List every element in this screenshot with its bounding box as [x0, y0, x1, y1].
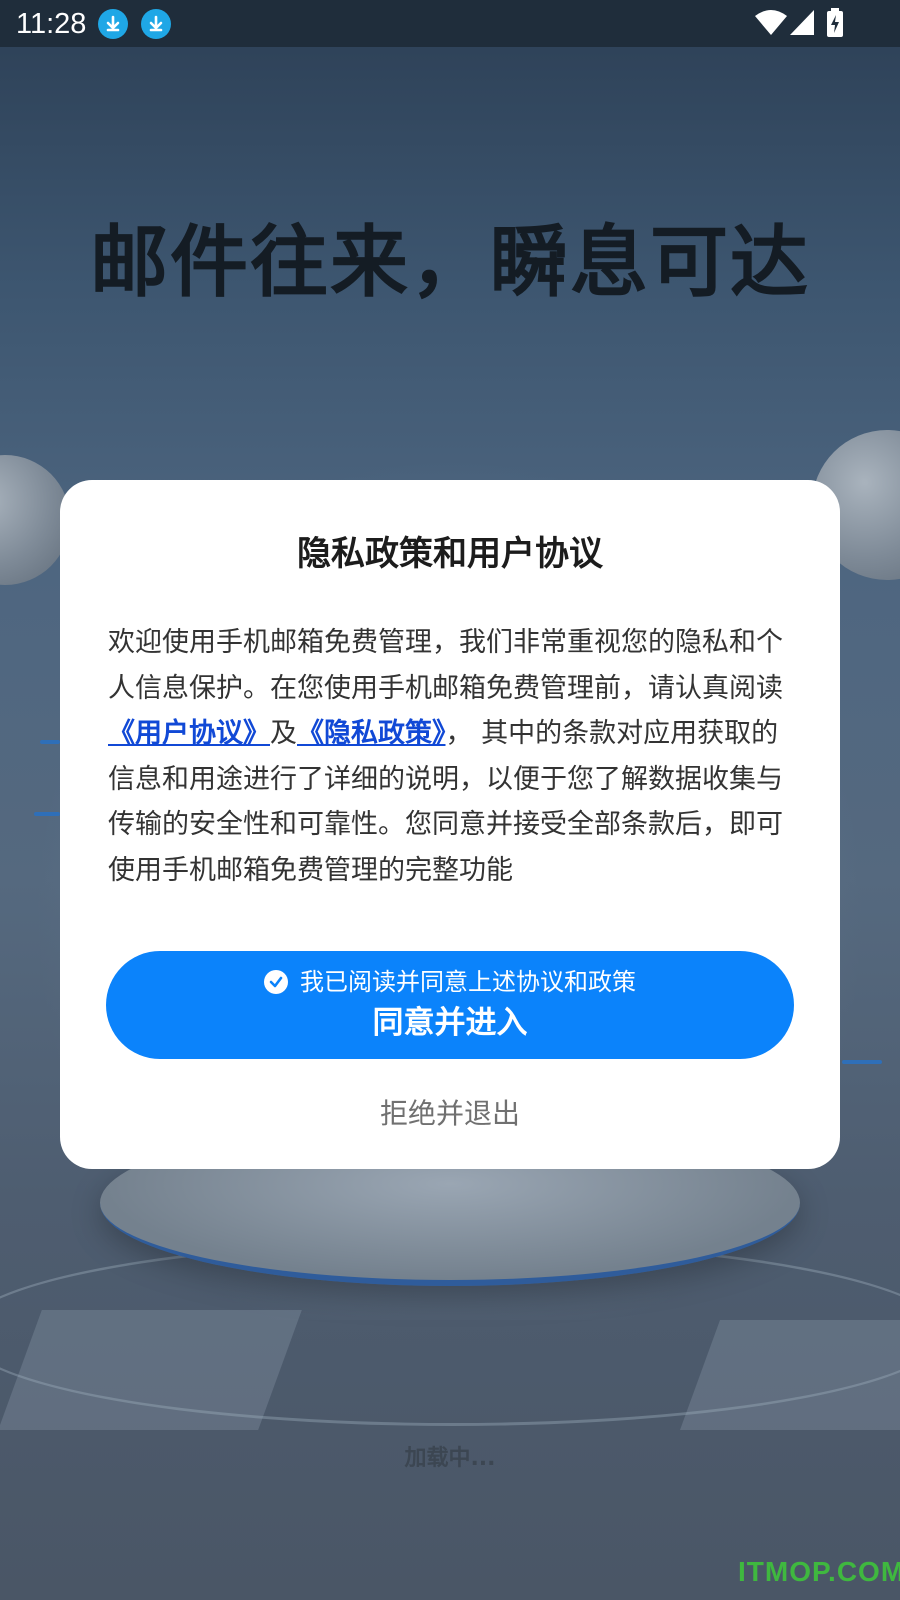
dialog-body: 欢迎使用手机邮箱免费管理，我们非常重视您的隐私和个人信息保护。在您使用手机邮箱免…: [108, 620, 794, 893]
cellular-signal-icon: [790, 10, 814, 40]
privacy-policy-link[interactable]: 《隐私政策》: [297, 718, 446, 749]
dialog-title: 隐私政策和用户协议: [297, 534, 603, 574]
consent-note: 我已阅读并同意上述协议和政策: [300, 968, 636, 996]
privacy-dialog: 隐私政策和用户协议 欢迎使用手机邮箱免费管理，我们非常重视您的隐私和个人信息保护…: [60, 480, 840, 1169]
check-icon: [264, 970, 288, 994]
decorative-line: [40, 740, 60, 744]
decorative-tile: [0, 1310, 302, 1430]
status-bar: 11:28: [0, 0, 900, 47]
screen: 11:28 邮件往来，瞬息可达 加载中... 隐私政策和用户协议 欢迎使用手机邮…: [0, 0, 900, 1600]
user-agreement-link[interactable]: 《用户协议》: [108, 718, 270, 749]
reject-and-exit-button[interactable]: 拒绝并退出: [60, 1092, 840, 1132]
decorative-tile: [679, 1320, 900, 1430]
wifi-icon: [755, 10, 787, 40]
decorative-line: [34, 812, 60, 816]
hero-title: 邮件往来，瞬息可达: [89, 218, 810, 308]
download-icon: [98, 9, 128, 39]
loading-text: 加载中...: [404, 1446, 496, 1471]
status-time: 11:28: [16, 8, 87, 40]
agree-and-enter-button[interactable]: 我已阅读并同意上述协议和政策 同意并进入: [106, 951, 794, 1059]
agree-button-label: 同意并进入: [372, 1005, 528, 1041]
body-intro-text: 欢迎使用手机邮箱免费管理，我们非常重视您的隐私和个人信息保护。在您使用手机邮箱免…: [108, 627, 783, 704]
and-text: 及: [270, 718, 297, 749]
decorative-line: [842, 1060, 882, 1064]
site-watermark: ITMOP.COM: [738, 1556, 900, 1587]
battery-charging-icon: [826, 8, 844, 42]
download-icon: [141, 9, 171, 39]
